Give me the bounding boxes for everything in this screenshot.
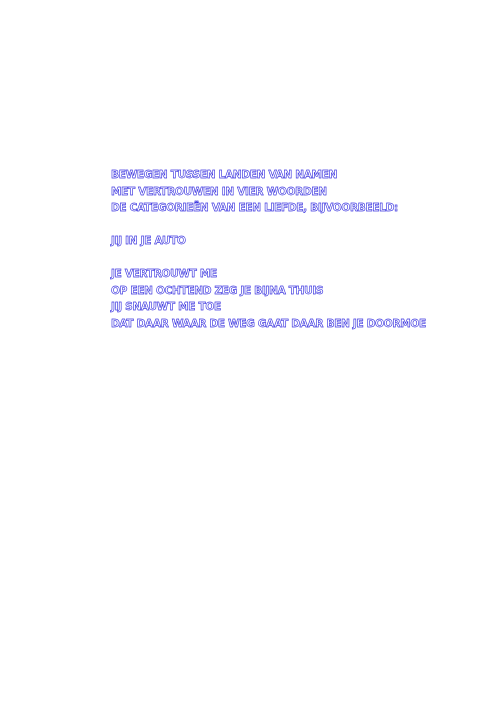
poem-line: BEWEGEN TUSSEN LANDEN VAN NAMEN (111, 169, 338, 182)
poem-line: JIJ IN JE AUTO (111, 235, 187, 248)
poem-line: JE VERTROUWT ME (111, 268, 218, 281)
poem-line: JIJ SNAUWT ME TOE (111, 301, 222, 314)
poem: BEWEGEN TUSSEN LANDEN VAN NAMEN MET VERT… (111, 167, 491, 332)
stanza-2: JIJ IN JE AUTO (111, 233, 491, 250)
poem-line: DE CATEGORIEËN VAN EEN LIEFDE, BIJVOORBE… (111, 202, 399, 215)
poem-line: MET VERTROUWEN IN VIER WOORDEN (111, 185, 328, 198)
stanza-3: JE VERTROUWT ME OP EEN OCHTEND ZEG JE BI… (111, 266, 491, 332)
poem-line: OP EEN OCHTEND ZEG JE BIJNA THUIS (111, 284, 324, 297)
stanza-1: BEWEGEN TUSSEN LANDEN VAN NAMEN MET VERT… (111, 167, 491, 217)
poem-line: DAT DAAR WAAR DE WEG GAAT DAAR BEN JE DO… (111, 317, 427, 330)
